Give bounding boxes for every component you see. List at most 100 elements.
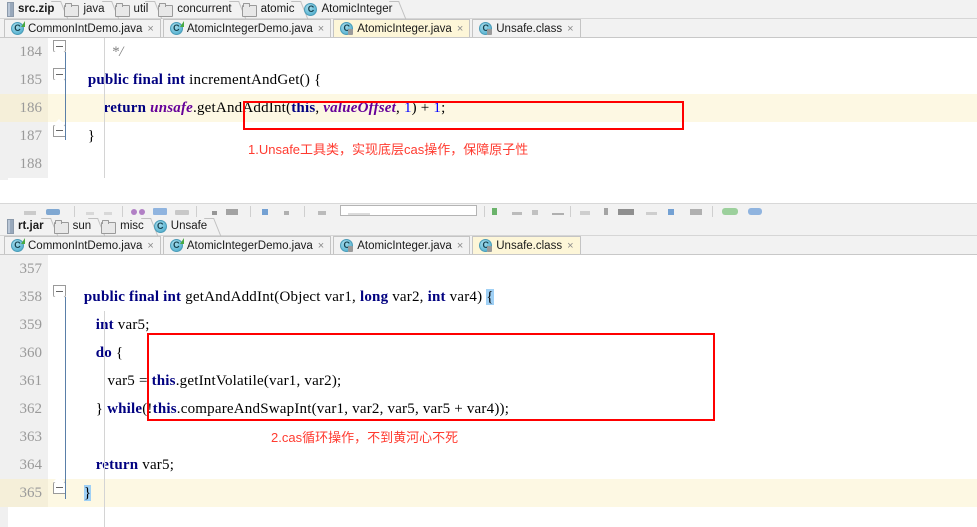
fold-column[interactable] bbox=[48, 451, 72, 479]
code-text[interactable]: int var5; bbox=[72, 311, 977, 339]
line-number[interactable]: 361 bbox=[0, 367, 48, 395]
toolbar-icon[interactable] bbox=[748, 208, 762, 215]
toolbar-icon[interactable] bbox=[24, 211, 36, 215]
fold-column[interactable] bbox=[48, 395, 72, 423]
breadcrumb-item-misc[interactable]: misc bbox=[98, 217, 151, 236]
code-text[interactable]: return var5; bbox=[72, 451, 977, 479]
tab-unsafe-class[interactable]: C Unsafe.class × bbox=[472, 19, 581, 37]
toolbar-icon[interactable] bbox=[532, 210, 538, 215]
toolbar-icon[interactable] bbox=[86, 212, 94, 215]
code-line[interactable]: 364 return var5; bbox=[0, 451, 977, 479]
line-number[interactable]: 364 bbox=[0, 451, 48, 479]
line-number[interactable]: 360 bbox=[0, 339, 48, 367]
tab-bar-top[interactable]: C CommonIntDemo.java × C AtomicIntegerDemo.j… bbox=[0, 19, 977, 38]
toolbar-icon[interactable] bbox=[646, 212, 657, 215]
code-line[interactable]: 365 } bbox=[0, 479, 977, 507]
tab-close-icon[interactable]: × bbox=[318, 240, 324, 251]
breadcrumb-item-sun[interactable]: sun bbox=[51, 217, 99, 236]
tab-unsafe-class[interactable]: C Unsafe.class × bbox=[472, 236, 581, 254]
tab-bar-bottom[interactable]: C CommonIntDemo.java × C AtomicIntegerDemo.j… bbox=[0, 236, 977, 255]
tab-close-icon[interactable]: × bbox=[457, 23, 463, 34]
code-line[interactable]: 186 return unsafe.getAndAddInt(this, val… bbox=[0, 94, 977, 122]
fold-column[interactable] bbox=[48, 423, 72, 451]
toolbar-icon[interactable] bbox=[512, 212, 522, 215]
fold-column[interactable] bbox=[48, 94, 72, 122]
code-editor-bottom[interactable]: 357 358 public final int getAndAddInt(Obj… bbox=[0, 255, 977, 527]
fold-column[interactable] bbox=[48, 150, 72, 178]
toolbar-icon[interactable] bbox=[262, 209, 268, 215]
tab-close-icon[interactable]: × bbox=[318, 23, 324, 34]
breadcrumb-bottom[interactable]: rt.jar sun misc C Unsafe bbox=[0, 217, 977, 236]
fold-column[interactable] bbox=[48, 367, 72, 395]
tab-commonintdemo-java[interactable]: C CommonIntDemo.java × bbox=[4, 19, 161, 37]
code-text[interactable]: var5 = this.getIntVolatile(var1, var2); bbox=[72, 367, 977, 395]
breadcrumb-item-util[interactable]: util bbox=[112, 0, 156, 19]
code-text[interactable]: return unsafe.getAndAddInt(this, valueOf… bbox=[72, 94, 977, 122]
breadcrumb-item-concurrent[interactable]: concurrent bbox=[155, 0, 238, 19]
code-text[interactable]: public final int incrementAndGet() { bbox=[72, 66, 977, 94]
breadcrumb-item-java[interactable]: java bbox=[61, 0, 111, 19]
toolbar-icon[interactable] bbox=[104, 212, 112, 215]
tab-close-icon[interactable]: × bbox=[147, 23, 153, 34]
toolbar-icon[interactable] bbox=[668, 209, 674, 215]
tab-atomicinteger-java[interactable]: C AtomicInteger.java × bbox=[333, 236, 471, 254]
code-line[interactable]: 360 do { bbox=[0, 339, 977, 367]
code-line[interactable]: 357 bbox=[0, 255, 977, 283]
code-line[interactable]: 362 } while(!this.compareAndSwapInt(var1… bbox=[0, 395, 977, 423]
code-text[interactable]: do { bbox=[72, 339, 977, 367]
line-number[interactable]: 357 bbox=[0, 255, 48, 283]
toolbar-icon[interactable] bbox=[284, 211, 289, 215]
toolbar-icon[interactable] bbox=[552, 213, 564, 215]
line-number[interactable]: 184 bbox=[0, 38, 48, 66]
tab-atomicintegerdemo-java[interactable]: C AtomicIntegerDemo.java × bbox=[162, 19, 332, 37]
code-text[interactable]: */ bbox=[72, 38, 977, 66]
code-line[interactable]: 185 public final int incrementAndGet() { bbox=[0, 66, 977, 94]
line-number[interactable]: 359 bbox=[0, 311, 48, 339]
toolbar-icon[interactable] bbox=[492, 208, 497, 215]
toolbar-icon[interactable] bbox=[139, 209, 145, 215]
code-line[interactable]: 358 public final int getAndAddInt(Object… bbox=[0, 283, 977, 311]
fold-column[interactable] bbox=[48, 339, 72, 367]
line-number[interactable]: 362 bbox=[0, 395, 48, 423]
toolbar-icon[interactable] bbox=[580, 211, 590, 215]
code-line[interactable]: 363 bbox=[0, 423, 977, 451]
toolbar-icon[interactable] bbox=[46, 209, 60, 215]
toolbar-icon[interactable] bbox=[226, 209, 238, 215]
toolbar-icon[interactable] bbox=[722, 208, 738, 215]
tab-atomicinteger-java[interactable]: C AtomicInteger.java × bbox=[333, 19, 471, 37]
breadcrumb-top[interactable]: src.zip java util concurrent atomic C AtomicIn… bbox=[0, 0, 977, 19]
line-number[interactable]: 187 bbox=[0, 122, 48, 150]
tab-close-icon[interactable]: × bbox=[567, 240, 573, 251]
breadcrumb-item-unsafe[interactable]: C Unsafe bbox=[151, 217, 214, 236]
toolbar-icon[interactable] bbox=[175, 210, 189, 215]
tab-commonintdemo-java[interactable]: C CommonIntDemo.java × bbox=[4, 236, 161, 254]
toolbar-icon[interactable] bbox=[690, 209, 702, 215]
fold-column[interactable] bbox=[48, 311, 72, 339]
code-line[interactable]: 359 int var5; bbox=[0, 311, 977, 339]
tab-close-icon[interactable]: × bbox=[147, 240, 153, 251]
tab-atomicintegerdemo-java[interactable]: C AtomicIntegerDemo.java × bbox=[162, 236, 332, 254]
code-text[interactable]: } bbox=[72, 479, 977, 507]
line-number[interactable]: 358 bbox=[0, 283, 48, 311]
line-number[interactable]: 186 bbox=[0, 94, 48, 122]
code-text[interactable]: public final int getAndAddInt(Object var… bbox=[72, 283, 977, 311]
breadcrumb-item-atomicinteger[interactable]: C AtomicInteger bbox=[301, 0, 399, 19]
line-number[interactable]: 188 bbox=[0, 150, 48, 178]
toolbar-icon[interactable] bbox=[212, 211, 217, 215]
line-number[interactable]: 185 bbox=[0, 66, 48, 94]
toolbar-icon[interactable] bbox=[604, 208, 608, 215]
toolbar-icon[interactable] bbox=[618, 209, 634, 215]
toolbar-icon[interactable] bbox=[131, 209, 137, 215]
breadcrumb-item-rt-jar[interactable]: rt.jar bbox=[4, 217, 51, 236]
toolbar-icon[interactable] bbox=[153, 208, 167, 215]
line-number[interactable]: 363 bbox=[0, 423, 48, 451]
tab-close-icon[interactable]: × bbox=[567, 23, 573, 34]
line-number[interactable]: 365 bbox=[0, 479, 48, 507]
code-line[interactable]: 184 */ bbox=[0, 38, 977, 66]
breadcrumb-item-atomic[interactable]: atomic bbox=[239, 0, 302, 19]
code-line[interactable]: 361 var5 = this.getIntVolatile(var1, var… bbox=[0, 367, 977, 395]
breadcrumb-item-src-zip[interactable]: src.zip bbox=[4, 0, 61, 19]
fold-column[interactable] bbox=[48, 255, 72, 283]
code-text[interactable]: } while(!this.compareAndSwapInt(var1, va… bbox=[72, 395, 977, 423]
toolbar-icon[interactable] bbox=[318, 211, 326, 215]
